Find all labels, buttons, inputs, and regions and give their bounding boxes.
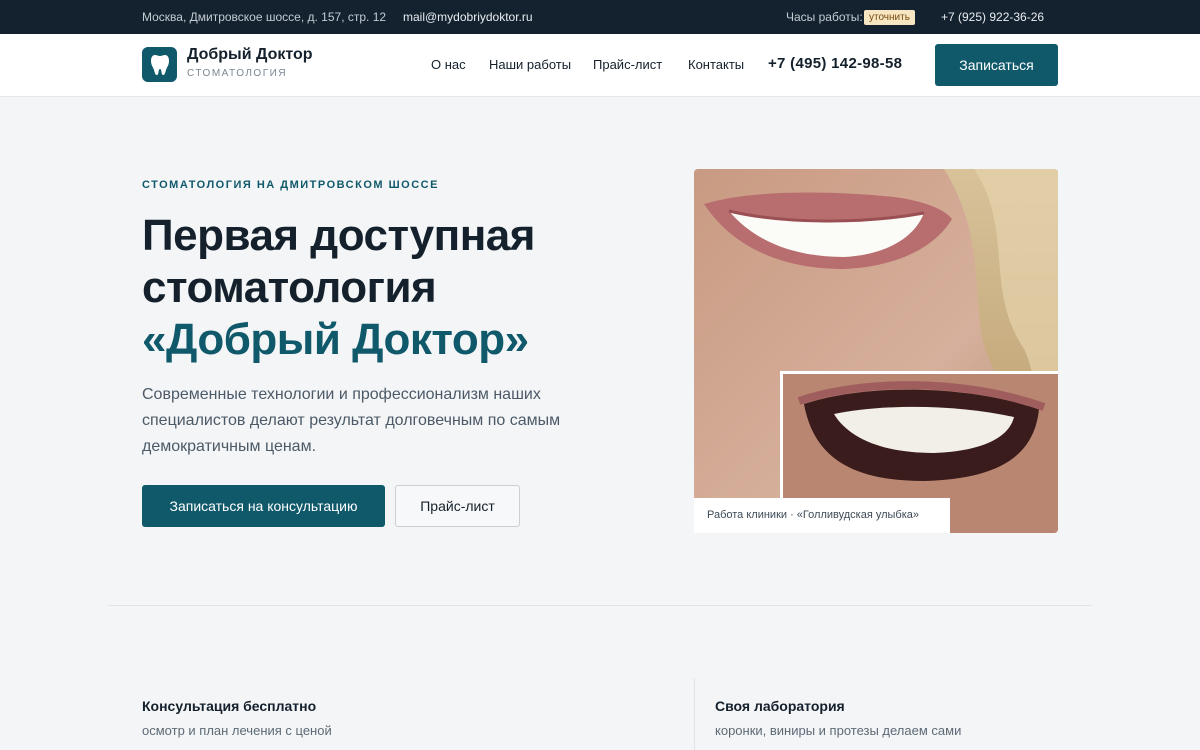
- hero-lead: Современные технологии и профессионализм…: [142, 386, 561, 455]
- hero-title-line1: Первая доступная: [142, 211, 535, 260]
- topbar-phone-link[interactable]: +7 (925) 922-36-26: [941, 10, 1044, 24]
- photo-caption: Работа клиники · «Голливудская улыбка»: [694, 498, 950, 533]
- feature-desc: коронки, виниры и протезы делаем сами: [715, 723, 962, 738]
- site-header: Добрый Доктор СТОМАТОЛОГИЯ О нас Наши ра…: [0, 34, 1200, 97]
- feature-separator: [694, 678, 695, 750]
- book-consultation-button[interactable]: Записаться на консультацию: [142, 485, 385, 527]
- signup-button[interactable]: Записаться: [935, 44, 1058, 86]
- hero-eyebrow: СТОМАТОЛОГИЯ НА ДМИТРОВСКОМ ШОССЕ: [142, 179, 439, 191]
- nav-link-works[interactable]: Наши работы: [489, 57, 571, 72]
- tooth-logo-icon[interactable]: [142, 47, 177, 82]
- nav-link-contacts[interactable]: Контакты: [688, 57, 744, 72]
- nav-link-prices[interactable]: Прайс-лист: [593, 57, 662, 72]
- email-link[interactable]: mail@mydobriydoktor.ru: [403, 10, 533, 24]
- logo-title[interactable]: Добрый Доктор: [187, 46, 313, 64]
- feature-consultation: Консультация бесплатно осмотр и план леч…: [142, 698, 332, 738]
- nav-link-about[interactable]: О нас: [431, 57, 466, 72]
- section-divider: [108, 605, 1092, 606]
- feature-title: Консультация бесплатно: [142, 698, 317, 714]
- hero-title-line2: стоматология: [142, 263, 437, 312]
- logo-subtitle: СТОМАТОЛОГИЯ: [187, 68, 288, 79]
- hours-badge: уточнить: [864, 10, 915, 25]
- hero-title: Первая доступная стоматология «Добрый До…: [142, 210, 535, 366]
- feature-desc: осмотр и план лечения с ценой: [142, 723, 332, 738]
- smile-photo: [694, 169, 1058, 533]
- feature-laboratory: Своя лаборатория коронки, виниры и проте…: [715, 698, 961, 738]
- top-bar: Москва, Дмитровское шоссе, д. 157, стр. …: [0, 0, 1200, 34]
- hero-title-accent: «Добрый Доктор»: [142, 315, 529, 364]
- address-text: Москва, Дмитровское шоссе, д. 157, стр. …: [142, 10, 387, 24]
- price-list-button[interactable]: Прайс-лист: [395, 485, 520, 527]
- hours-label: Часы работы:: [786, 10, 863, 24]
- header-phone-link[interactable]: +7 (495) 142-98-58: [768, 55, 902, 72]
- feature-title: Своя лаборатория: [715, 698, 845, 714]
